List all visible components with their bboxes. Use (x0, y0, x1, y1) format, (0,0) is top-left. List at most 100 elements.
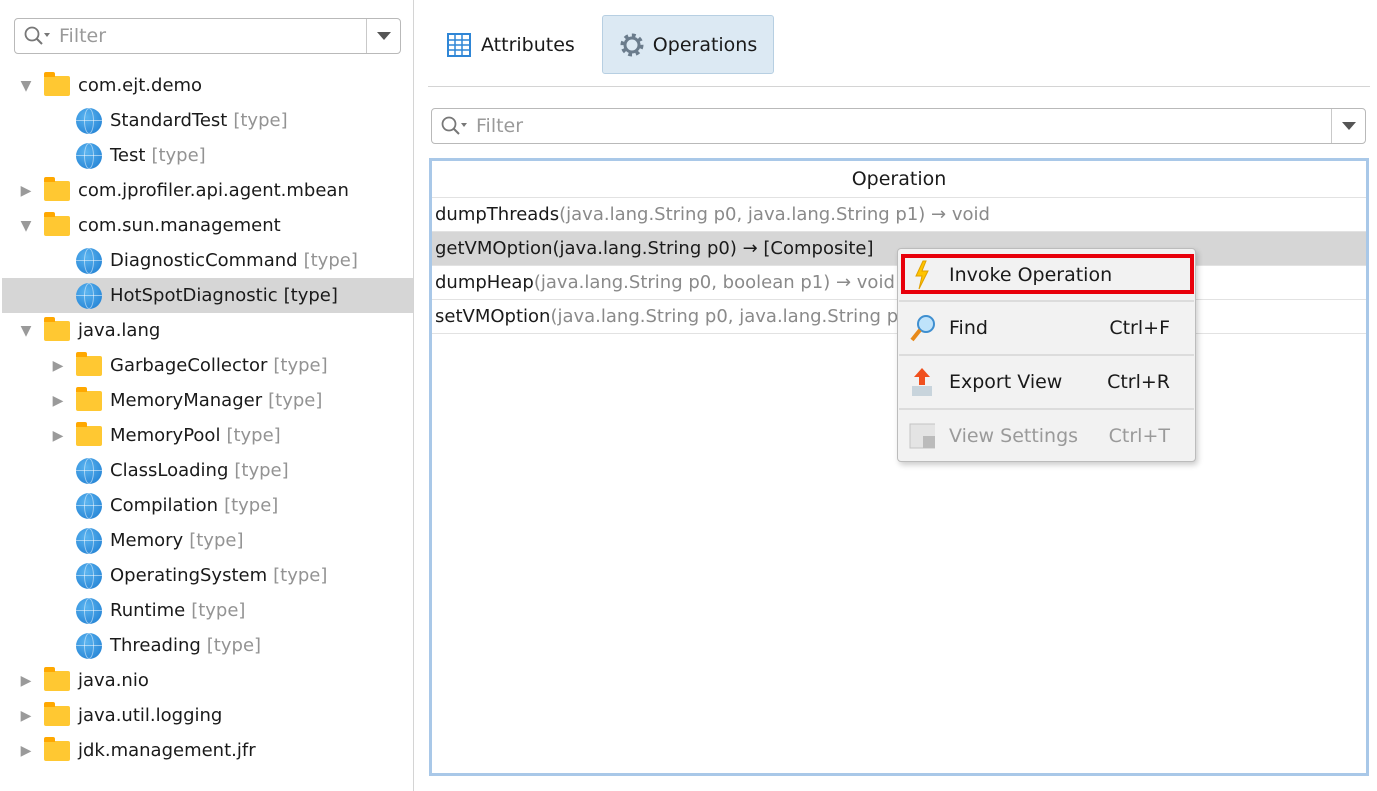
tree-node-label: HotSpotDiagnostic (110, 285, 278, 306)
collapse-arrow-icon[interactable]: ▼ (18, 323, 34, 339)
filter-dropdown-button[interactable] (366, 19, 400, 53)
folder-icon (44, 71, 70, 96)
tree-node-label: com.sun.management (78, 215, 281, 236)
highlight-box (901, 254, 1194, 294)
folder-icon (44, 211, 70, 236)
operation-name: setVMOption (435, 306, 551, 327)
column-header-operation[interactable]: Operation (432, 161, 1366, 198)
menu-item-find[interactable]: Find Ctrl+F (899, 302, 1194, 354)
tree-node[interactable]: Memory [type] (2, 523, 413, 558)
tree-node[interactable]: ▶ java.util.logging (2, 698, 413, 733)
operations-filter-input[interactable]: Filter (431, 108, 1366, 144)
expand-arrow-icon[interactable]: ▶ (50, 393, 66, 409)
tree-node[interactable]: Threading [type] (2, 628, 413, 663)
collapse-arrow-icon[interactable]: ▼ (18, 218, 34, 234)
chevron-down-icon (376, 32, 391, 40)
tree-node-type: [type] (303, 250, 358, 271)
tree-node-label: GarbageCollector (110, 355, 268, 376)
tree-node-type: [type] (226, 425, 281, 446)
globe-icon (76, 492, 102, 519)
tree-node[interactable]: HotSpotDiagnostic [type] (2, 278, 413, 313)
gear-icon (620, 33, 644, 56)
menu-label: Export View (949, 371, 1063, 393)
filter-dropdown-button[interactable] (1331, 109, 1365, 143)
tree-node[interactable]: Test [type] (2, 138, 413, 173)
tree-node-label: Compilation (110, 495, 219, 516)
tab-operations[interactable]: Operations (601, 15, 775, 74)
view-tabs: Attributes Operations (430, 15, 775, 74)
tree-node-label: OperatingSystem (110, 565, 268, 586)
tree-node[interactable]: ▶ MemoryManager [type] (2, 383, 413, 418)
tree-filter-input[interactable]: Filter (14, 18, 401, 54)
tree-node[interactable]: ▶ jdk.management.jfr (2, 733, 413, 768)
tree-node-type: [type] (273, 355, 328, 376)
globe-icon (76, 457, 102, 484)
menu-item-view-settings[interactable]: View Settings Ctrl+T (899, 410, 1194, 462)
tree-node[interactable]: ▶ com.jprofiler.api.agent.mbean (2, 173, 413, 208)
tree-node-type: [type] (151, 145, 206, 166)
folder-icon (76, 386, 102, 411)
expand-arrow-icon[interactable]: ▶ (50, 428, 66, 444)
expand-arrow-icon[interactable]: ▶ (18, 708, 34, 724)
tree-node[interactable]: Compilation [type] (2, 488, 413, 523)
tree-node[interactable]: ▼ com.sun.management (2, 208, 413, 243)
tree-node-label: MemoryManager (110, 390, 263, 411)
tab-attributes[interactable]: Attributes (430, 15, 592, 74)
tree-node-label: MemoryPool (110, 425, 221, 446)
expand-arrow-icon[interactable]: ▶ (18, 183, 34, 199)
operation-signature: (java.lang.String p0, boolean p1) → void (533, 272, 895, 293)
tree-node[interactable]: DiagnosticCommand [type] (2, 243, 413, 278)
tree-node[interactable]: ▶ MemoryPool [type] (2, 418, 413, 453)
globe-icon (76, 142, 102, 169)
tree-node[interactable]: OperatingSystem [type] (2, 558, 413, 593)
expand-arrow-icon[interactable]: ▶ (18, 743, 34, 759)
tab-label: Operations (652, 33, 758, 56)
tree-node[interactable]: ▶ java.nio (2, 663, 413, 698)
tree-node-label: Threading (110, 635, 201, 656)
tree-node-label: java.util.logging (78, 705, 223, 726)
tree-node-type: [type] (224, 495, 279, 516)
table-row[interactable]: dumpThreads (java.lang.String p0, java.la… (432, 198, 1366, 232)
folder-icon (76, 351, 102, 376)
menu-label: Find (949, 317, 988, 339)
tree-node-label: StandardTest (110, 110, 228, 131)
globe-icon (76, 632, 102, 659)
tree-node-type: [type] (273, 565, 328, 586)
tree-node-type: [type] (191, 600, 246, 621)
operation-name: getVMOption (435, 238, 553, 259)
tree-node-label: Runtime (110, 600, 186, 621)
operation-signature: (java.lang.String p0, java.lang.String p… (559, 204, 990, 225)
tree-node[interactable]: ClassLoading [type] (2, 453, 413, 488)
globe-icon (76, 597, 102, 624)
tree-node[interactable]: ▶ GarbageCollector [type] (2, 348, 413, 383)
magnifier-icon (909, 314, 935, 342)
menu-item-export-view[interactable]: Export View Ctrl+R (899, 356, 1194, 408)
folder-icon (44, 316, 70, 341)
chevron-down-icon (1341, 122, 1356, 130)
tree-node[interactable]: Runtime [type] (2, 593, 413, 628)
tree-node-type: [type] (189, 530, 244, 551)
tree-node-type: [type] (268, 390, 323, 411)
menu-label: View Settings (949, 425, 1079, 447)
context-menu: Invoke Operation Find Ctrl+F Export View… (897, 248, 1196, 462)
tree-node[interactable]: ▼ com.ejt.demo (2, 68, 413, 103)
search-icon (24, 26, 50, 45)
mbean-tree-panel: Filter ▼ com.ejt.demo StandardTest [type] Te… (0, 0, 414, 791)
filter-placeholder: Filter (59, 25, 107, 47)
tab-label: Attributes (481, 33, 575, 56)
divider (428, 86, 1370, 87)
tree-node-label: Memory (110, 530, 184, 551)
folder-icon (76, 421, 102, 446)
search-icon (441, 116, 467, 135)
view-settings-icon (909, 423, 935, 449)
collapse-arrow-icon[interactable]: ▼ (18, 78, 34, 94)
folder-icon (44, 701, 70, 726)
folder-icon (44, 176, 70, 201)
tree-node-label: Test (110, 145, 146, 166)
tree-node[interactable]: ▼ java.lang (2, 313, 413, 348)
tree-node-label: com.ejt.demo (78, 75, 203, 96)
tree-node[interactable]: StandardTest [type] (2, 103, 413, 138)
folder-icon (44, 666, 70, 691)
expand-arrow-icon[interactable]: ▶ (50, 358, 66, 374)
expand-arrow-icon[interactable]: ▶ (18, 673, 34, 689)
